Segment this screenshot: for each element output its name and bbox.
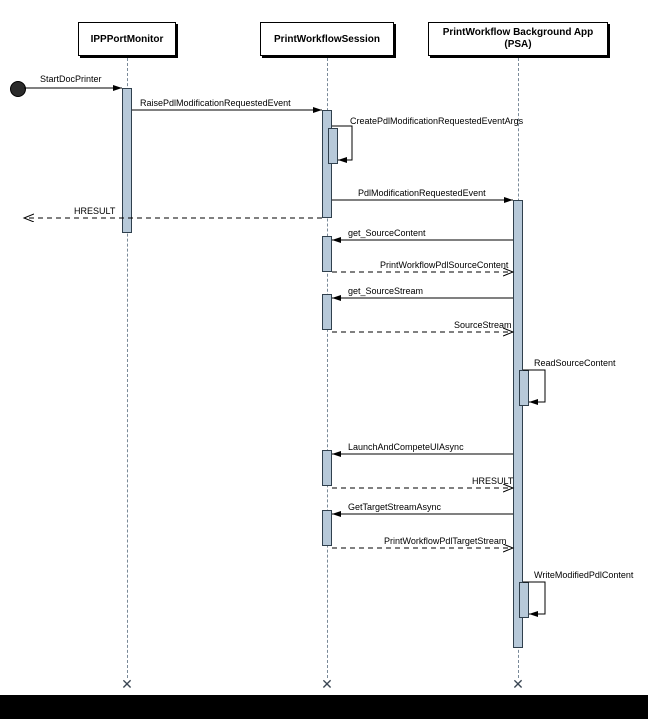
lifeline-end-icon: ✕ [119,676,135,692]
participant-session-label: PrintWorkflowSession [274,34,380,45]
message-label: SourceStream [454,320,512,330]
participant-psa-label: PrintWorkflow Background App (PSA) [443,27,594,51]
activation-session-main [322,110,332,218]
activation-psa-self [519,370,529,406]
message-label: StartDocPrinter [40,74,102,84]
activation-session-block [322,236,332,272]
message-label: get_SourceContent [348,228,426,238]
message-label: PrintWorkflowPdlSourceContent [380,260,508,270]
message-label: get_SourceStream [348,286,423,296]
message-label: RaisePdlModificationRequestedEvent [140,98,291,108]
message-label: PdlModificationRequestedEvent [358,188,486,198]
activation-psa-main [513,200,523,648]
message-label: CreatePdlModificationRequestedEventArgs [350,116,523,126]
message-label: GetTargetStreamAsync [348,502,441,512]
lifeline-end-icon: ✕ [319,676,335,692]
participant-ipp-label: IPPPortMonitor [91,34,164,45]
activation-session-block [322,450,332,486]
sequence-diagram: IPPPortMonitor PrintWorkflowSession Prin… [0,0,648,719]
message-label: WriteModifiedPdlContent [534,570,633,580]
lifeline-end-icon: ✕ [510,676,526,692]
message-label: HRESULT [74,206,115,216]
message-label: ReadSourceContent [534,358,616,368]
start-node-icon [10,81,26,97]
participant-session: PrintWorkflowSession [260,22,394,56]
participant-psa: PrintWorkflow Background App (PSA) [428,22,608,56]
participant-ipp: IPPPortMonitor [78,22,176,56]
message-label: LaunchAndCompeteUIAsync [348,442,464,452]
activation-session-block [322,510,332,546]
activation-psa-self [519,582,529,618]
activation-ipp [122,88,132,233]
activation-session-block [322,294,332,330]
message-label: HRESULT [472,476,513,486]
activation-session-self [328,128,338,164]
message-label: PrintWorkflowPdlTargetStream [384,536,506,546]
bottom-bar [0,695,648,719]
